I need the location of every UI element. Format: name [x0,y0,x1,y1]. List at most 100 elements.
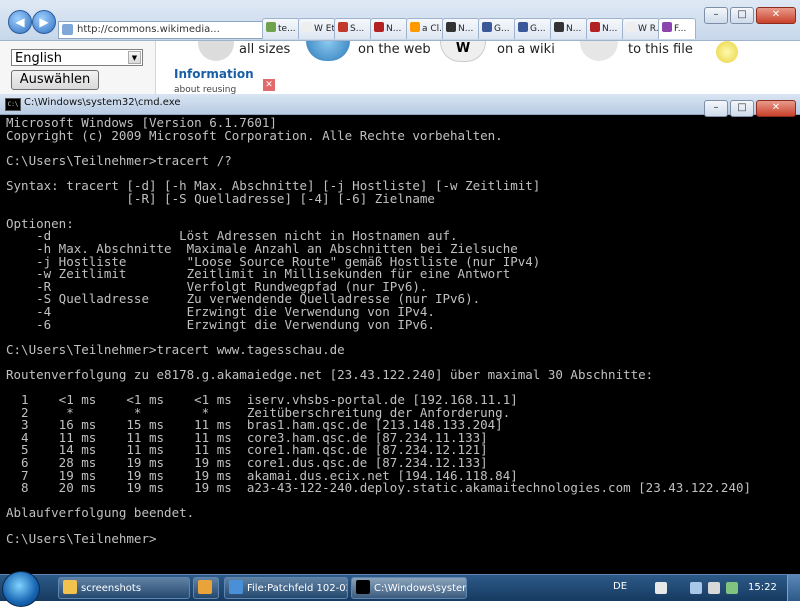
console-line: [-R] [-S Quelladresse] [-4] [-6] Zielnam… [6,190,435,206]
browser-tab[interactable]: N... [550,18,588,39]
console-output[interactable]: Microsoft Windows [Version 6.1.7601] Copy… [0,115,800,574]
tab-label: G... [494,24,510,34]
console-line: -6 Erzwingt die Verwendung von IPv6. [6,316,435,332]
tab-label: W R... [638,24,659,34]
taskbar-button-label: File:Patchfeld 102-02... [247,583,347,594]
browser-tab[interactable]: N... [586,18,624,39]
taskbar-button[interactable]: File:Patchfeld 102-02... [224,577,348,599]
browser-tab[interactable]: G... [514,18,552,39]
cmd-titlebar[interactable]: C:\ C:\Windows\system32\cmd.exe – □ ✕ [0,94,800,117]
tab-favicon-icon [518,22,528,32]
tab-favicon-icon [554,22,564,32]
tab-label: S... [350,24,365,34]
browser-tab[interactable]: W Et... [298,18,336,39]
console-line: C:\Users\Teilnehmer>tracert www.tagessch… [6,341,345,357]
tab-favicon-icon [374,22,384,32]
cmd-title: C:\Windows\system32\cmd.exe [24,97,181,108]
language-panel: English ▼ Auswählen [0,41,156,96]
tab-label: a Cl... [422,24,443,34]
information-heading: Information [174,67,254,81]
cmd-window: C:\ C:\Windows\system32\cmd.exe – □ ✕ Micr… [0,94,800,574]
close-icon[interactable]: ✕ [263,79,275,91]
back-button[interactable]: ◀ [8,10,32,34]
browser-tab[interactable]: G... [478,18,516,39]
language-value: English [15,51,62,66]
close-button[interactable]: ✕ [756,7,796,24]
tab-label: N... [602,24,618,34]
link-on-a-wiki[interactable]: on a wiki [497,42,555,57]
site-icon [62,24,73,35]
choose-button[interactable]: Auswählen [11,70,99,90]
tab-favicon-icon [338,22,348,32]
link-all-sizes[interactable]: all sizes [239,42,290,57]
browser-window-controls: – □ ✕ [702,2,796,24]
taskbar-app-icon [229,580,243,594]
tab-label: te... [278,24,296,34]
tab-label: N... [458,24,474,34]
console-line: C:\Users\Teilnehmer>tracert /? [6,152,232,168]
browser-tab[interactable]: N... [442,18,480,39]
language-indicator[interactable]: DE [613,581,627,592]
attribution-icon [580,41,618,61]
tab-label: N... [566,24,582,34]
tab-favicon-icon [590,22,600,32]
tab-label: W Et... [314,24,335,34]
cmd-window-controls: – □ ✕ [702,95,796,117]
cmd-icon: C:\ [5,98,21,111]
address-text: http://commons.wikimedia... [77,24,220,35]
taskbar: screenshots File:Patchfeld 102-02... C:\Wi… [0,571,800,607]
taskbar-button-label: screenshots [81,583,142,594]
chevron-down-icon[interactable]: ▼ [128,51,141,64]
browser-tab[interactable]: S... [334,18,372,39]
link-to-this-file[interactable]: to this file [628,42,693,57]
console-line: Routenverfolgung zu e8178.g.akamaiedge.n… [6,366,654,382]
console-line: Copyright (c) 2009 Microsoft Corporation… [6,127,503,143]
console-text: Microsoft Windows [Version 6.1.7601] Copy… [0,115,800,545]
tray-app-icon[interactable] [726,582,738,594]
resize-icon [198,41,234,61]
console-line: C:\Users\Teilnehmer> [6,530,157,546]
browser-tab[interactable]: F... [658,18,696,39]
start-button[interactable] [2,571,40,607]
tab-favicon-icon [410,22,420,32]
browser-tab[interactable]: N... [370,18,408,39]
globe-icon [306,41,350,61]
tab-label: F... [674,24,687,34]
minimize-button[interactable]: – [704,7,728,24]
clock[interactable]: 15:22 [748,582,777,593]
flag-icon[interactable] [655,582,667,594]
browser-tab[interactable]: a Cl... [406,18,444,39]
lightbulb-icon [716,41,738,63]
console-line: 8 20 ms 19 ms 19 ms a23-43-122-240.deplo… [6,480,752,496]
tab-label: G... [530,24,546,34]
volume-icon[interactable] [708,582,720,594]
link-on-the-web[interactable]: on the web [358,42,431,57]
language-select[interactable]: English ▼ [11,49,143,66]
tab-favicon-icon [662,22,672,32]
browser-tab[interactable]: W R... [622,18,660,39]
tab-favicon-icon [482,22,492,32]
web-page: English ▼ Auswählen all sizes on the web… [0,41,800,96]
taskbar-button[interactable]: screenshots [58,577,190,599]
browser-tab[interactable]: te... [262,18,300,39]
tab-favicon-icon [266,22,276,32]
show-desktop-button[interactable] [787,575,800,601]
maximize-button[interactable]: □ [730,7,754,24]
tab-favicon-icon [446,22,456,32]
wikipedia-icon: W [440,41,486,62]
taskbar-app-icon [63,580,77,594]
network-icon[interactable] [690,582,702,594]
taskbar-app-icon [356,580,370,594]
taskbar-button[interactable]: C:\Windows\system... [351,577,467,599]
console-line: Ablaufverfolgung beendet. [6,505,195,521]
tab-strip: te... W Et... S... N... a Cl... N... G... G... N… [262,18,696,40]
taskbar-button[interactable] [193,577,219,599]
tab-label: N... [386,24,402,34]
taskbar-button-label: C:\Windows\system... [374,583,466,594]
taskbar-app-icon [198,580,212,594]
tab-favicon-icon [302,22,312,32]
forward-button[interactable]: ▶ [32,10,56,34]
browser-toolbar: ◀ ▶ http://commons.wikimedia... te... W E… [0,0,800,41]
address-bar[interactable]: http://commons.wikimedia... [58,21,276,39]
